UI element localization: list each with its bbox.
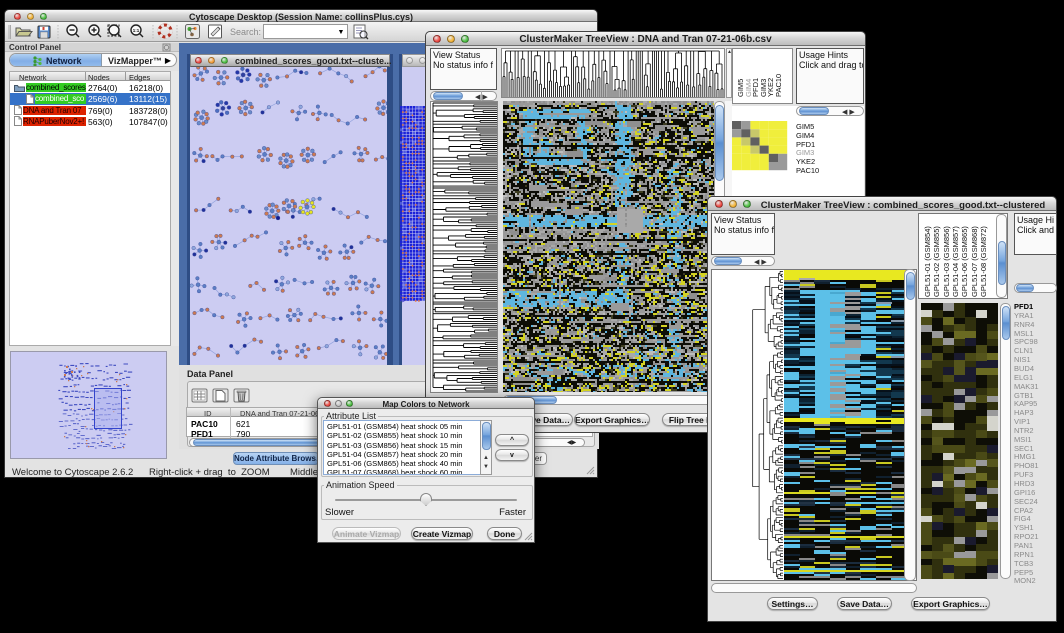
svg-text:1:1: 1:1 [133, 28, 140, 33]
